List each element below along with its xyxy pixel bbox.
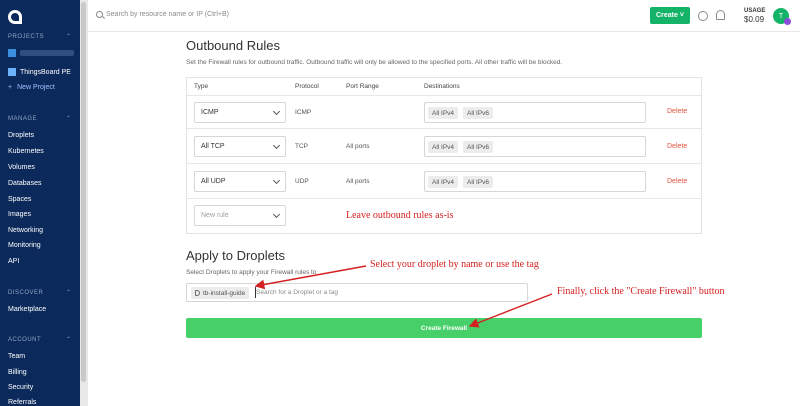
annotation-arrows	[254, 265, 553, 328]
arrow-to-droplet-input	[254, 265, 367, 290]
arrow-to-create-firewall	[468, 293, 553, 328]
